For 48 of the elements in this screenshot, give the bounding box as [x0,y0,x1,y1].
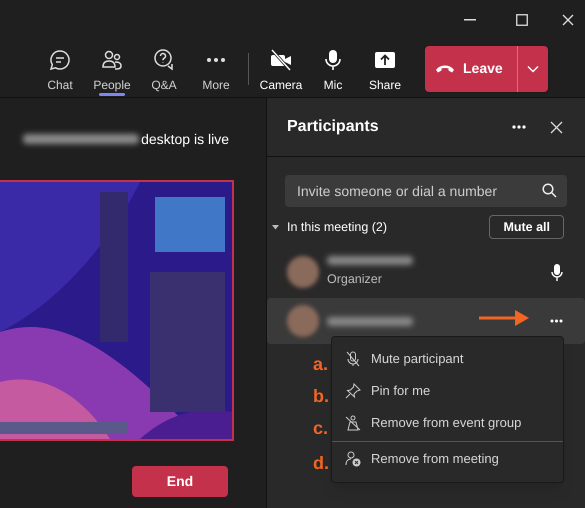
question-bubble-icon [153,48,175,70]
hang-up-icon [435,64,455,73]
close-icon[interactable] [550,120,563,134]
participant-row[interactable]: Organizer [267,249,585,295]
annotation-label: d. [313,452,329,474]
camera-off-icon [270,48,292,70]
end-button[interactable]: End [132,466,228,497]
maximize-icon[interactable] [516,14,528,26]
more-options-icon[interactable] [550,319,563,323]
minimize-icon[interactable] [464,19,476,21]
participant-role: Organizer [327,270,383,288]
arrow-drawing [479,310,529,326]
chat-icon [49,48,71,70]
person-remove-icon [345,451,361,467]
menu-item[interactable]: Remove from event group [332,407,563,439]
person-off-icon [345,415,361,431]
avatar [287,305,319,337]
toolbar-button[interactable]: Chat [34,40,86,98]
more-icon [207,58,225,62]
annotation-label: c. [313,416,329,440]
menu-item[interactable]: Remove from meeting [332,441,563,476]
chevron-down-icon [526,64,539,72]
avatar [287,256,319,288]
microphone-icon [322,48,344,70]
menu-item[interactable]: Mute participant [332,343,563,375]
toolbar-button[interactable]: Mic [307,40,359,98]
more-options-icon[interactable] [512,125,526,129]
panel-title: Participants [287,117,380,137]
toolbar-button[interactable]: Q&A [138,40,190,98]
leave-button[interactable]: Leave [425,46,518,92]
mute-all-button[interactable]: Mute all [489,215,564,239]
section-label[interactable]: In this meeting (2) [287,218,490,236]
share-status: desktop is live [141,130,229,149]
toolbar-button[interactable]: Camera [255,40,307,98]
pin-icon [345,383,361,399]
annotation-label: a. [313,352,329,376]
toolbar-button[interactable]: Share [359,40,411,98]
toolbar-button[interactable]: People [86,40,138,98]
microphone-off-icon [345,351,361,367]
toolbar-button[interactable]: More [190,40,242,98]
search-field[interactable]: Invite someone or dial a number [285,175,567,207]
menu-item[interactable]: Pin for me [332,375,563,407]
search-icon [542,183,557,198]
annotation-label: b. [313,384,329,408]
people-icon [101,48,123,70]
microphone-icon [551,264,563,280]
caret-icon[interactable] [272,224,279,230]
close-icon[interactable] [562,14,574,26]
